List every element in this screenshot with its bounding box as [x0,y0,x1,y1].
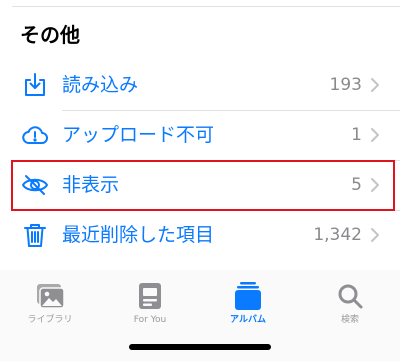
list-item-label: 最近削除した項目 [62,224,215,246]
list-item-count: 1,342 [313,225,362,245]
chevron-right-icon [370,227,380,243]
tab-for-you[interactable]: For You [110,282,190,326]
chevron-right-icon [370,127,380,143]
list-item-import[interactable]: 読み込み 193 [0,60,400,110]
tab-label: アルバム [230,315,266,325]
home-indicator [129,344,271,350]
section-title: その他 [20,23,80,47]
import-icon [20,70,50,100]
for-you-icon [134,282,166,310]
albums-icon [232,282,264,310]
tab-label: ライブラリ [27,315,73,325]
tab-label: 検索 [340,315,359,325]
search-icon [334,282,366,310]
tab-label: For You [133,315,167,325]
cloud-alert-icon [20,120,50,150]
tab-library[interactable]: ライブラリ [10,282,90,326]
list-item-label: 読み込み [62,74,139,96]
chevron-right-icon [370,77,380,93]
list-item-unable-to-upload[interactable]: アップロード不可 1 [0,110,400,160]
tab-search[interactable]: 検索 [310,282,390,326]
list-item-count: 1 [351,125,362,145]
list-item-count: 193 [329,75,362,95]
trash-icon [20,220,50,250]
top-divider [12,6,400,7]
tab-albums[interactable]: アルバム [208,282,288,326]
list-item-label: アップロード不可 [62,124,215,146]
highlight-annotation-box [11,160,395,211]
list-item-recently-deleted[interactable]: 最近削除した項目 1,342 [0,210,400,260]
photos-library-icon [34,282,66,310]
